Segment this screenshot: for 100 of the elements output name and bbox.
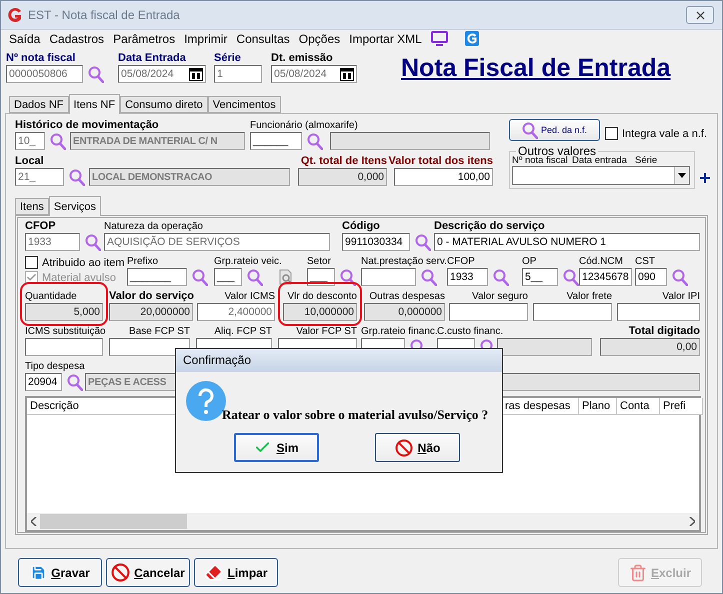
date-field[interactable]: 05/08/2024 — [271, 65, 357, 83]
input-field[interactable]: 9911030334 — [342, 233, 410, 251]
calendar-icon[interactable] — [189, 68, 203, 80]
field-label: Prefixo — [127, 255, 158, 268]
menu-item[interactable]: Cadastros — [49, 32, 104, 46]
app-logo-icon — [7, 7, 23, 23]
field-label: Data Entrada — [118, 52, 186, 65]
field-label: Histórico de movimentação — [15, 119, 159, 132]
input-field[interactable]: 10,000000 — [283, 303, 357, 321]
scroll-left-icon[interactable] — [31, 517, 37, 526]
input-field[interactable]: 1 — [214, 65, 262, 83]
input-field[interactable]: ___ — [214, 268, 242, 286]
input-field[interactable] — [361, 268, 416, 286]
horizontal-scrollbar[interactable] — [27, 513, 699, 530]
input-field[interactable]: 2,400000 — [197, 303, 275, 321]
input-field[interactable]: 100,00 — [394, 168, 493, 186]
order-search-button[interactable]: Ped. da n.f. — [509, 119, 600, 141]
tab[interactable]: Dados NF — [9, 96, 69, 113]
dropdown-arrow-icon — [678, 173, 686, 178]
input-field[interactable]: 090 — [635, 268, 667, 286]
input-field[interactable]: 1933 — [25, 233, 80, 251]
field-label: Valor do serviço — [109, 290, 194, 303]
footer-button[interactable]: Gravar — [18, 558, 102, 587]
close-button[interactable] — [686, 6, 714, 24]
dialog-message: Ratear o valor sobre o material avulso/Serviço ? — [222, 407, 488, 423]
field-label: Aliq. FCP ST — [214, 325, 272, 338]
trash-icon — [628, 564, 647, 582]
field-label: Quantidade — [25, 290, 77, 303]
input-field[interactable]: _______ — [127, 268, 187, 286]
menu-item[interactable]: Saída — [9, 32, 40, 46]
input-field[interactable]: 5__ — [522, 268, 558, 286]
input-field[interactable] — [330, 132, 490, 150]
field-label: CFOP — [25, 220, 56, 233]
document-search-icon[interactable] — [278, 268, 294, 286]
footer-button[interactable]: Limpar — [194, 558, 278, 587]
field-label: Qt. total de Itens — [300, 155, 387, 168]
app-logo-icon[interactable] — [464, 31, 479, 46]
menu-item[interactable]: Consultas — [236, 32, 290, 46]
field-label: Base FCP ST — [129, 325, 190, 338]
input-field[interactable] — [617, 303, 700, 321]
input-field[interactable]: 0,00 — [600, 338, 700, 356]
close-icon[interactable] — [694, 8, 706, 22]
date-field[interactable]: 05/08/2024 — [118, 65, 206, 83]
column-header[interactable]: Conta — [617, 398, 660, 415]
checkbox[interactable] — [605, 127, 618, 140]
input-field[interactable]: 0,000 — [298, 168, 387, 186]
input-field[interactable]: 0,000000 — [364, 303, 445, 321]
plus-icon[interactable] — [700, 173, 710, 183]
dialog-button[interactable]: Sim — [234, 433, 319, 462]
tab[interactable]: Vencimentos — [208, 96, 281, 113]
column-header[interactable]: Prefi — [660, 398, 703, 415]
monitor-icon[interactable] — [430, 31, 448, 46]
field-label: Outras despesas — [369, 290, 445, 303]
field-label: C.custo financ. — [437, 325, 504, 338]
input-field[interactable]: 21_ — [15, 168, 64, 186]
group-title: Outros valores — [518, 146, 596, 156]
input-field[interactable] — [533, 303, 612, 321]
column-header[interactable]: Plano — [579, 398, 617, 415]
field-label: Cód.NCM — [579, 255, 623, 268]
menu-item[interactable]: Opções — [298, 32, 340, 46]
input-field[interactable] — [109, 338, 190, 356]
field-label: Grp.rateio financ. — [361, 325, 438, 338]
field-label: Valor FCP ST — [296, 325, 357, 338]
field-label: Nat.prestação serv. — [361, 255, 447, 268]
calendar-icon[interactable] — [340, 68, 354, 80]
input-field[interactable]: 0 - MATERIAL AVULSO NUMERO 1 — [434, 233, 700, 251]
input-field[interactable] — [25, 338, 103, 356]
field-label: Natureza da operação — [104, 220, 203, 233]
dropdown[interactable] — [512, 166, 690, 185]
checkbox[interactable] — [25, 256, 38, 269]
input-field[interactable]: 10_ — [15, 132, 45, 150]
scroll-right-icon[interactable] — [689, 517, 695, 526]
dialog-button[interactable]: Não — [375, 433, 460, 462]
tab[interactable]: Itens NF — [68, 94, 120, 114]
input-field[interactable] — [449, 303, 528, 321]
tab[interactable]: Itens — [15, 198, 49, 215]
field-label: Nº nota fiscal — [6, 52, 76, 65]
prohibited-icon — [111, 563, 130, 582]
input-field[interactable]: 1933 — [447, 268, 488, 286]
prohibited-icon — [394, 438, 413, 456]
tab[interactable]: Consumo direto — [120, 96, 208, 113]
input-field[interactable]: 12345678 — [579, 268, 632, 286]
field-label: Descrição do serviço — [434, 220, 545, 233]
input-field[interactable]: 20904 — [25, 373, 62, 391]
page-title: Nota Fiscal de Entrada — [401, 54, 671, 83]
input-field[interactable]: 0000050806 — [6, 65, 83, 83]
input-field[interactable]: 5,000 — [25, 303, 103, 321]
menu-item[interactable]: Imprimir — [184, 32, 228, 46]
input-field[interactable]: AQUISIÇÃO DE SERVIÇOS — [104, 233, 330, 251]
input-field[interactable] — [497, 338, 592, 356]
column-header: Data entrada — [572, 155, 628, 166]
footer-button[interactable]: Cancelar — [106, 558, 190, 587]
menu-item[interactable]: Importar XML — [349, 32, 422, 46]
field-label: Grp.rateio veic. — [214, 255, 282, 268]
column-header[interactable]: ras despesas — [502, 398, 579, 415]
menu-item[interactable]: Parâmetros — [113, 32, 176, 46]
input-field[interactable]: ______ — [250, 132, 302, 150]
tab[interactable]: Serviços — [48, 196, 102, 216]
field-label: Código — [342, 220, 380, 233]
input-field[interactable]: 20,000000 — [109, 303, 193, 321]
